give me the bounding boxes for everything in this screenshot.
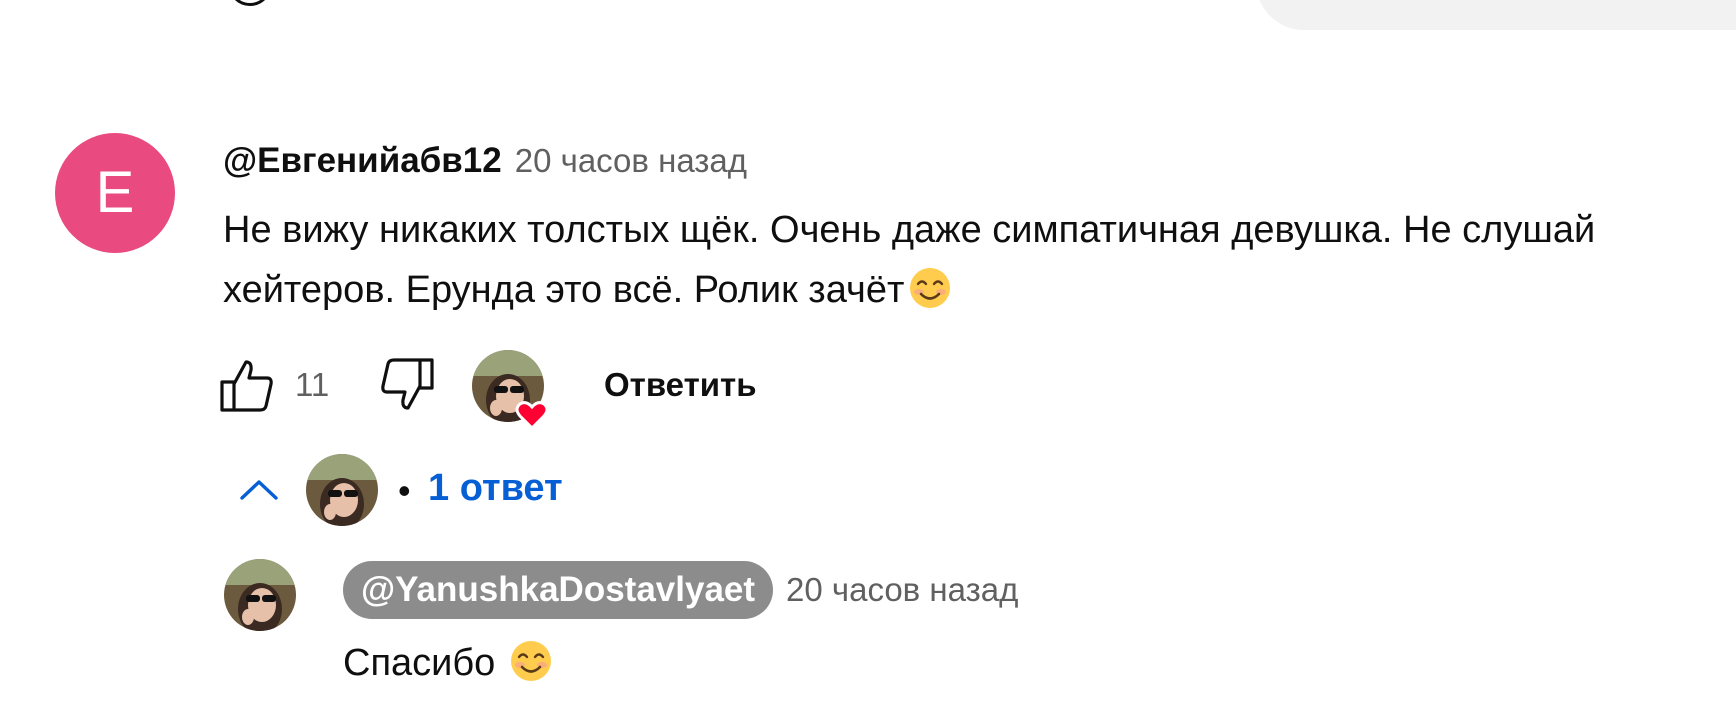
comment-author-avatar[interactable]: E	[55, 133, 175, 253]
reply-text-content: Спасибо	[343, 642, 496, 684]
reply-button[interactable]: Ответить	[604, 366, 757, 404]
like-icon[interactable]	[218, 356, 276, 414]
chevron-up-icon[interactable]	[238, 474, 280, 504]
comment-timestamp[interactable]: 20 часов назад	[515, 142, 747, 180]
reply-header: @YanushkaDostavlyaet 20 часов назад	[343, 561, 1018, 619]
replies-toggle[interactable]: • 1 ответ	[232, 452, 632, 528]
comment-text: Не вижу никаких толстых щёк. Очень даже …	[223, 200, 1653, 320]
smiling-face-icon	[910, 268, 951, 308]
comment-action-bar: 11 Ответить	[218, 350, 818, 430]
replies-count-link[interactable]: 1 ответ	[428, 452, 563, 524]
top-panel	[1256, 0, 1736, 30]
smiling-face-icon	[511, 641, 552, 681]
separator-dot: •	[398, 470, 411, 511]
comment-header: @Евгенийабв12 20 часов назад	[223, 140, 747, 182]
like-count: 11	[295, 366, 330, 403]
reply-author-avatar[interactable]	[224, 559, 296, 631]
creator-heart-icon	[472, 350, 549, 430]
reply-timestamp[interactable]: 20 часов назад	[786, 571, 1018, 609]
reply-author-mini-avatar	[306, 454, 378, 526]
reply-author-chip[interactable]: @YanushkaDostavlyaet	[343, 561, 774, 619]
dislike-icon[interactable]	[378, 356, 436, 414]
top-circle-icon	[228, 0, 272, 6]
comment-author-name[interactable]: @Евгенийабв12	[223, 141, 502, 181]
reply-text: Спасибо	[343, 638, 553, 688]
